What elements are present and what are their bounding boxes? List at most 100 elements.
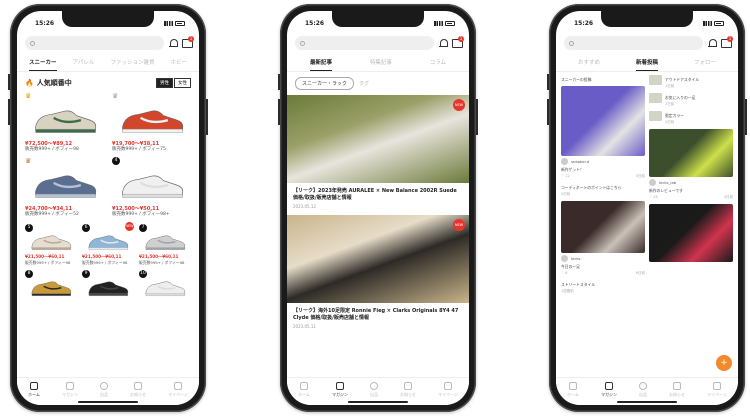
username: kicks: [571, 256, 581, 261]
nav-item-1[interactable]: マガジン: [332, 382, 348, 398]
sneaker-image: [88, 281, 129, 296]
product-image: [25, 276, 77, 298]
filter-pill-1[interactable]: タグ: [359, 80, 369, 87]
toggle-women[interactable]: 女性: [174, 78, 191, 88]
sneaker-image: [121, 175, 183, 198]
post-user: sneaker.d: [561, 156, 645, 165]
feed-column-right: アウトドアスタイル 1日前 お気に入りの一足 2日前 限定カラー 2日前 kicks_lab…: [649, 75, 733, 294]
product-meta: 販売数999+ / ボフィー98: [82, 260, 128, 265]
post-card[interactable]: お気に入りの一足 2日前: [649, 93, 733, 107]
nav-item-1[interactable]: マガジン: [601, 382, 617, 398]
post-user: kicks_lab: [649, 177, 733, 186]
product-card[interactable]: ♛ ¥72,500〜¥89,12 販売数999+ / ボフィー98: [25, 92, 104, 153]
tab-1[interactable]: アパレル: [73, 58, 95, 71]
bell-icon[interactable]: [708, 38, 717, 48]
post-card[interactable]: ストリートスタイル 1週間前: [561, 280, 645, 294]
nav-item-4[interactable]: マイページ: [168, 382, 188, 398]
phone-frame-2: 15:26 1 最新記事 特集記事 コラム スニーカー・ラック タグ NEW 【リーク】…: [278, 4, 478, 412]
post-card[interactable]: スニーカーの投稿: [561, 75, 645, 82]
article-card[interactable]: NEW 【リーク】海外10足限定 Ronnie Fieg × Clarks Ori…: [287, 215, 469, 335]
search-input[interactable]: [25, 36, 164, 50]
home-indicator: [348, 401, 408, 403]
nav-item-3[interactable]: お知らせ: [400, 382, 416, 398]
user-icon: [443, 382, 452, 390]
nav-item-4[interactable]: マイページ: [707, 382, 727, 398]
article-date: 2023.05.12: [293, 204, 316, 209]
new-badge: NEW: [453, 99, 465, 111]
tab-2[interactable]: フォロー: [694, 58, 716, 71]
product-price: ¥19,700〜¥38,11: [112, 141, 160, 147]
search-input[interactable]: [295, 36, 434, 50]
nav-item-2[interactable]: 出品: [100, 382, 108, 398]
screen-community: 15:26 1 おすすめ 新着投稿 フォロー スニーカーの投稿 sneaker.d 新作…: [556, 11, 738, 405]
filter-pill-0[interactable]: スニーカー・ラック: [295, 77, 355, 90]
sneaker-image: [34, 110, 96, 133]
nav-item-3[interactable]: お知らせ: [130, 382, 146, 398]
cart-icon[interactable]: 1: [721, 36, 733, 48]
bell-icon[interactable]: [169, 38, 178, 48]
tab-0[interactable]: スニーカー: [29, 58, 57, 71]
post-row: お気に入りの一足 2日前: [649, 93, 733, 107]
nav-item-2[interactable]: 出品: [370, 382, 378, 398]
post-image[interactable]: [561, 86, 645, 156]
post-card[interactable]: アウトドアスタイル 1日前: [649, 75, 733, 89]
nav-label: マイページ: [707, 392, 727, 397]
product-card[interactable]: 8: [25, 270, 77, 298]
post-card[interactable]: sneaker.d 新作ゲット！ ♡ 12 3日前: [561, 86, 645, 179]
magazine-icon: [335, 382, 344, 390]
product-card[interactable]: ♛ ¥24,700〜¥34,11 販売数999+ / ボフィー52: [25, 157, 104, 218]
nav-item-0[interactable]: ホーム: [298, 382, 310, 398]
product-card[interactable]: 6 NEW ¥21,500〜¥60,11 販売数999+ / ボフィー98: [82, 222, 134, 266]
post-image[interactable]: [649, 204, 733, 262]
product-card[interactable]: ♛ ¥19,700〜¥38,11 販売数999+ / ボフィー75: [112, 92, 191, 153]
bell-icon[interactable]: [439, 38, 448, 48]
product-image: [25, 165, 104, 203]
home-indicator: [617, 401, 677, 403]
sneaker-image: [31, 235, 72, 250]
nav-item-4[interactable]: マイページ: [438, 382, 458, 398]
product-meta: 販売数999+ / ボフィー98: [25, 260, 71, 265]
cart-icon[interactable]: 1: [182, 36, 194, 48]
nav-item-1[interactable]: マガジン: [62, 382, 78, 398]
article-card[interactable]: NEW 【リーク】2023年発売 AURALEE × New Balance 20…: [287, 95, 469, 215]
post-text: ストリートスタイル: [561, 282, 596, 287]
notch: [601, 11, 693, 27]
toggle-men[interactable]: 男性: [156, 78, 173, 88]
post-card[interactable]: コーディネートのポイントはこちら 5日前: [561, 183, 645, 197]
search-input[interactable]: [564, 36, 703, 50]
post-card[interactable]: [649, 204, 733, 262]
nav-item-2[interactable]: 出品: [639, 382, 647, 398]
top-products-grid: ♛ ¥72,500〜¥89,12 販売数999+ / ボフィー98 ♛ ¥19,700〜…: [17, 92, 199, 218]
product-card[interactable]: 4 ¥12,500〜¥50,11 販売数999+ / ボフィー98+: [112, 157, 191, 218]
tab-2[interactable]: コラム: [430, 58, 446, 71]
create-post-button[interactable]: +: [716, 355, 732, 371]
product-card[interactable]: 5 ¥21,500〜¥60,11 販売数999+ / ボフィー98: [25, 224, 77, 266]
post-card[interactable]: 限定カラー 2日前: [649, 111, 733, 125]
product-card[interactable]: 7 ¥21,500〜¥60,11 販売数999+ / ボフィー98: [139, 224, 191, 266]
like-number: 12: [565, 174, 570, 178]
tab-1[interactable]: 特集記事: [370, 58, 392, 71]
post-card[interactable]: kicks_lab 新作のレビューです ♡ 24 4日前: [649, 129, 733, 200]
tab-1[interactable]: 新着投稿: [635, 58, 658, 71]
nav-item-3[interactable]: お知らせ: [669, 382, 685, 398]
tab-2[interactable]: ファッション雑貨: [110, 58, 154, 71]
post-card[interactable]: kicks 今日の一足 ♡ 8 6日前: [561, 201, 645, 276]
product-card[interactable]: 9: [82, 270, 134, 298]
post-image[interactable]: [561, 201, 645, 253]
tab-0[interactable]: 最新記事: [309, 58, 332, 71]
nav-label: 出品: [639, 392, 647, 397]
tab-0[interactable]: おすすめ: [578, 58, 600, 71]
nav-label: お知らせ: [669, 392, 685, 397]
product-meta: 販売数999+ / ボフィー52: [25, 212, 79, 217]
nav-item-0[interactable]: ホーム: [567, 382, 579, 398]
product-card[interactable]: 10: [139, 270, 191, 298]
cart-icon[interactable]: 1: [452, 36, 464, 48]
sneaker-image: [31, 281, 72, 296]
like-number: 24: [653, 195, 658, 199]
product-meta: 販売数999+ / ボフィー98: [25, 147, 79, 152]
phone-frame-3: 15:26 1 おすすめ 新着投稿 フォロー スニーカーの投稿 sneaker.d 新作…: [547, 4, 747, 412]
nav-item-0[interactable]: ホーム: [28, 382, 40, 398]
tab-3[interactable]: ホビー: [170, 58, 187, 71]
post-row: アウトドアスタイル 1日前: [649, 75, 733, 89]
post-image[interactable]: [649, 129, 733, 177]
